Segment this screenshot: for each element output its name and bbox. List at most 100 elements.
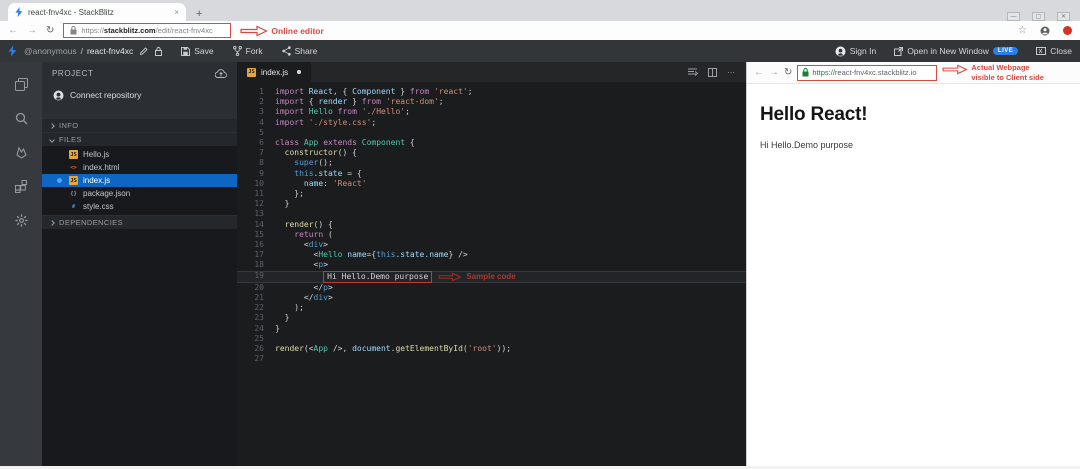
back-icon[interactable]: ← [8,25,18,36]
code-line-16[interactable]: 16 < div > [237,240,746,250]
preview-address-bar[interactable]: https://react-fnv4xc.stackblitz.io [797,64,938,81]
code-line-12[interactable]: 12 } [237,199,746,209]
css-file-icon: # [71,203,76,210]
code-line-14[interactable]: 14 render() { [237,220,746,230]
notification-dot-icon[interactable] [1063,26,1072,35]
lock-icon[interactable] [155,46,163,56]
line-number: 27 [254,354,264,364]
cloud-upload-icon[interactable] [215,68,227,78]
stackblitz-favicon-icon [15,7,23,17]
fork-button[interactable]: Fork [232,46,263,56]
file-item-package.json[interactable]: {} package.json [42,187,237,200]
code-line-7[interactable]: 7 constructor() { [237,148,746,158]
format-code-icon[interactable] [688,68,698,76]
file-item-Hello.js[interactable]: JS Hello.js [42,148,237,161]
connect-repository-button[interactable]: Connect repository [42,84,237,106]
code-line-27[interactable]: 27 [237,354,746,364]
code-line-13[interactable]: 13 [237,209,746,219]
maximize-icon[interactable]: ▢ [1032,12,1045,21]
code-line-11[interactable]: 11 }; [237,189,746,199]
bookmark-star-icon[interactable]: ☆ [1018,25,1027,36]
code-line-2[interactable]: 2 import { render } from 'react-dom'; [237,97,746,107]
share-button[interactable]: Share [281,46,317,56]
annotation-arrow-icon [240,25,269,36]
edit-pencil-icon[interactable] [140,47,148,55]
section-files[interactable]: FILES [42,132,237,146]
line-number: 9 [259,168,264,178]
breadcrumb-project: react-fnv4xc [86,46,134,56]
line-content: return ( [294,229,333,239]
close-button[interactable]: Close [1036,46,1072,56]
search-icon[interactable] [13,110,30,127]
code-area[interactable]: 1 import React, { Component } from 'react… [237,82,746,466]
line-number: 5 [259,127,264,137]
code-line-9[interactable]: 9 this. state = { [237,169,746,179]
browser-tab[interactable]: react-fnv4xc - StackBlitz × [8,3,186,21]
stackblitz-logo-icon[interactable] [8,45,17,57]
new-tab-button[interactable]: + [196,7,202,21]
code-line-24[interactable]: 24} [237,324,746,334]
code-line-26[interactable]: 26 render (< App />, document. getElementByI… [237,344,746,354]
line-number: 26 [254,344,264,354]
line-content: Hi Hello.Demo purpose Sample code [275,270,516,283]
url-text: https://stackblitz.com/edit/react-fnv4xc [81,26,213,35]
deploy-icon[interactable] [13,144,30,161]
address-bar[interactable]: https://stackblitz.com/edit/react-fnv4xc [63,23,232,38]
line-content: < div > [275,240,328,250]
minimize-icon[interactable]: — [1007,12,1020,21]
profile-icon[interactable] [1040,26,1050,36]
line-number: 10 [254,178,264,188]
stackblitz-header: @anonymous / react-fnv4xc Save Fork Shar… [0,40,1080,62]
code-line-5[interactable]: 5 [237,128,746,138]
code-line-4[interactable]: 4 import './style.css'; [237,118,746,128]
breadcrumb[interactable]: @anonymous / react-fnv4xc [24,46,133,56]
code-line-8[interactable]: 8 super (); [237,158,746,168]
editor-tab-indexjs[interactable]: JS index.js [237,62,312,82]
share-icon [281,46,291,56]
line-number: 7 [259,148,264,158]
save-button[interactable]: Save [181,46,214,56]
line-content: this. state = { [294,168,362,178]
file-item-index.js[interactable]: JS index.js [42,174,237,187]
code-line-6[interactable]: 6 class App extends Component { [237,138,746,148]
code-line-20[interactable]: 20 </p > [237,283,746,293]
code-line-18[interactable]: 18 < p > [237,260,746,270]
code-line-19[interactable]: 19 Hi Hello.Demo purpose Sample code [237,270,746,283]
modified-dot-icon [297,70,302,74]
online-editor-annotation: Online editor [240,25,324,37]
sign-in-button[interactable]: Sign In [835,46,876,57]
preview-forward-icon[interactable]: → [769,67,779,78]
code-line-10[interactable]: 10 name: 'React' [237,179,746,189]
refresh-icon[interactable]: ↻ [46,25,54,36]
forward-icon[interactable]: → [27,25,37,36]
code-line-15[interactable]: 15 return ( [237,230,746,240]
preview-paragraph: Hi Hello.Demo purpose [760,140,854,150]
code-line-25[interactable]: 25 [237,334,746,344]
chevron-right-icon [49,122,55,129]
tab-close-icon[interactable]: × [174,8,179,17]
preview-back-icon[interactable]: ← [754,67,764,78]
file-item-style.css[interactable]: # style.css [42,200,237,213]
more-options-icon[interactable]: ⋯ [727,68,736,77]
window-controls: — ▢ ✕ [1007,8,1080,21]
preview-refresh-icon[interactable]: ↻ [784,67,792,78]
code-line-22[interactable]: 22 ); [237,303,746,313]
line-number: 17 [254,250,264,260]
code-line-3[interactable]: 3 import Hello from './Hello'; [237,107,746,117]
files-icon[interactable] [13,76,30,93]
preview-content: Hello React! Hi Hello.Demo purpose [747,84,1080,162]
settings-icon[interactable] [13,212,30,229]
open-new-window-button[interactable]: Open in New Window LIVE [894,46,1019,56]
breadcrumb-user: @anonymous [24,46,77,56]
split-editor-icon[interactable] [708,67,717,77]
section-dependencies[interactable]: DEPENDENCIES [42,215,237,229]
file-item-index.html[interactable]: <> index.html [42,161,237,174]
window-close-icon[interactable]: ✕ [1057,12,1070,21]
code-line-1[interactable]: 1 import React, { Component } from 'react… [237,87,746,97]
extensions-icon[interactable] [13,178,30,195]
section-info[interactable]: INFO [42,118,237,132]
line-content: < p > [275,260,329,270]
code-line-17[interactable]: 17 < Hello name ={this. state. name} /> [237,250,746,260]
code-line-23[interactable]: 23 } [237,313,746,323]
code-line-21[interactable]: 21 </div > [237,293,746,303]
